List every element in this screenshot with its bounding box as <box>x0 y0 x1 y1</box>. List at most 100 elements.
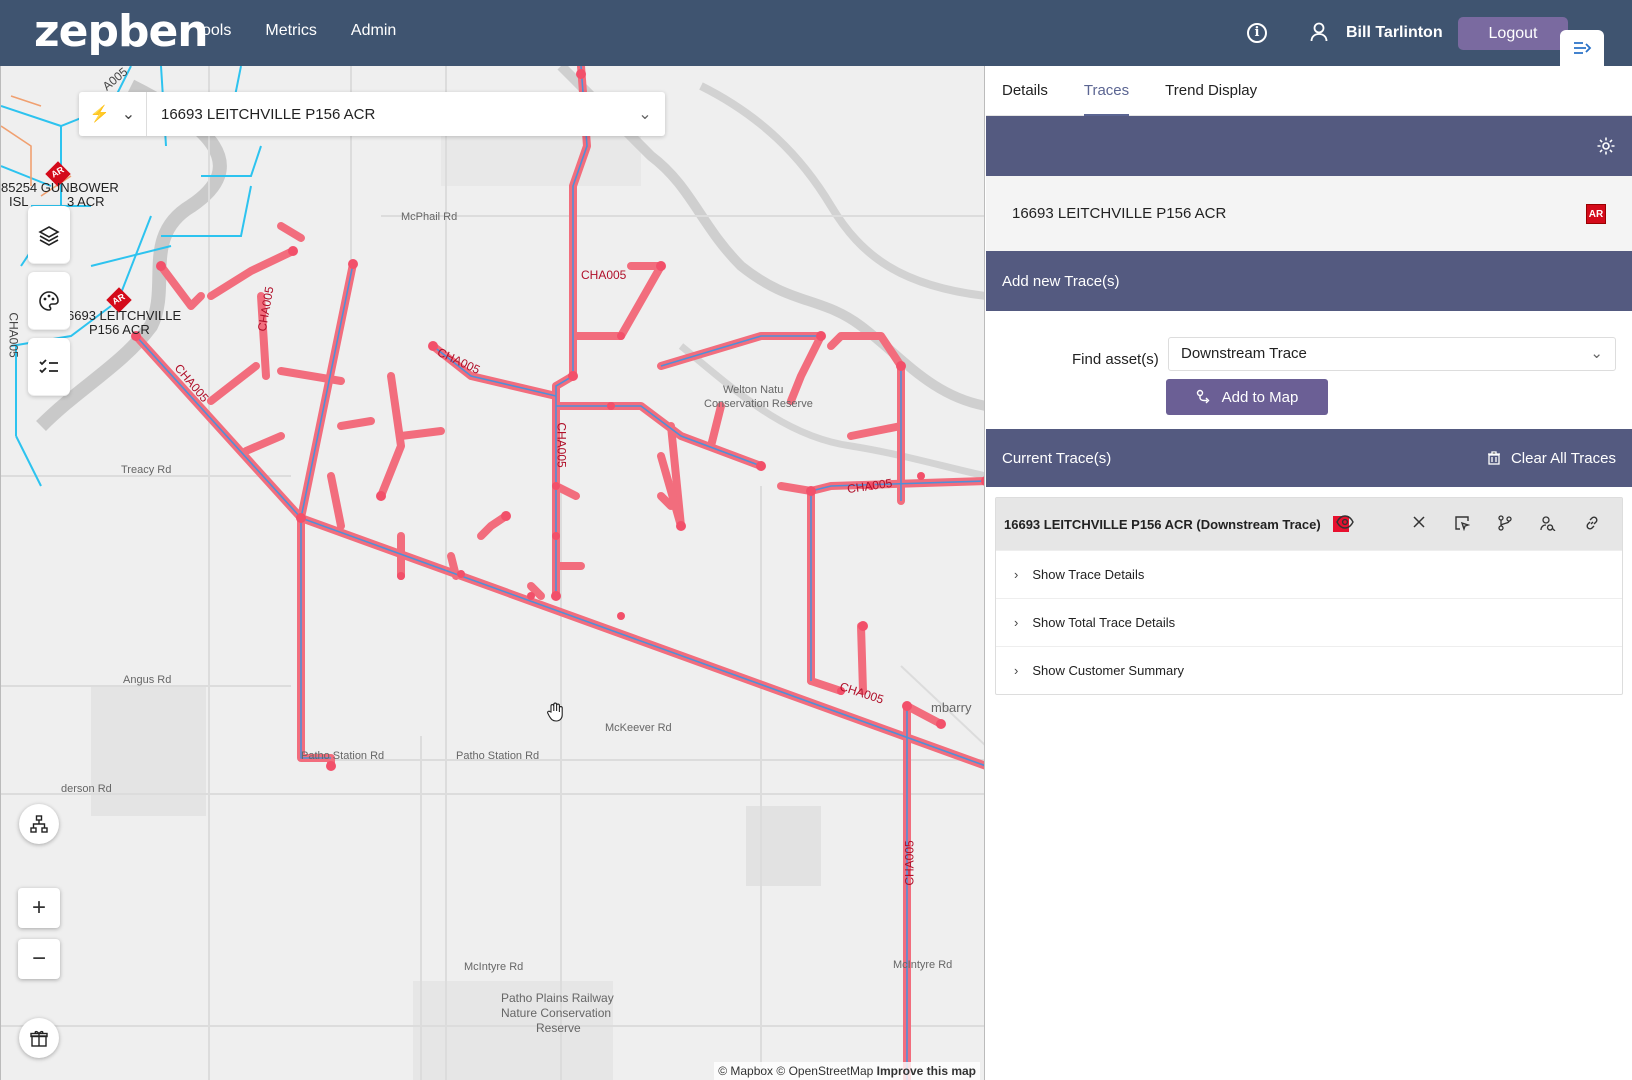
info-icon[interactable]: i <box>1247 23 1267 43</box>
zepben-logo: zepben <box>34 6 209 57</box>
trace-label: CHA005 <box>902 840 917 886</box>
map-label: McIntyre Rd <box>464 961 524 973</box>
map-label: McIntyre Rd <box>893 959 953 971</box>
search-type-dropdown[interactable]: ⚡ ⌄ <box>79 92 147 136</box>
clear-all-traces-button[interactable]: Clear All Traces <box>1487 450 1616 467</box>
palette-icon <box>39 290 59 311</box>
zoom-out-button[interactable]: − <box>18 939 60 979</box>
trace-label: CHA005 <box>6 312 21 358</box>
trash-icon <box>1487 451 1500 465</box>
map-label: 3 ACR <box>67 194 105 209</box>
map-label: Reserve <box>536 1021 581 1035</box>
ar-badge: AR <box>1586 203 1606 224</box>
map-label: mbarry <box>931 700 972 715</box>
gear-icon[interactable] <box>1596 136 1616 156</box>
map-label: ISL <box>9 194 29 209</box>
asset-name: 16693 LEITCHVILLE P156 ACR <box>1012 205 1227 222</box>
select-area-icon[interactable] <box>1454 515 1470 531</box>
layers-button[interactable] <box>28 206 70 264</box>
row-label: Show Customer Summary <box>1032 663 1185 678</box>
lightning-icon: ⚡ <box>89 106 110 123</box>
trace-label: CHA005 <box>554 422 569 468</box>
collapse-panel-button[interactable] <box>1560 30 1604 66</box>
trace-icon <box>1196 389 1210 404</box>
link-icon[interactable] <box>1584 515 1600 531</box>
settings-bar <box>986 116 1632 176</box>
map-label: McKeever Rd <box>605 722 672 734</box>
map-label: McPhail Rd <box>401 211 458 223</box>
chevron-right-icon: › <box>1014 615 1019 630</box>
mapbox-link[interactable]: © Mapbox <box>718 1064 773 1078</box>
map-label: P156 ACR <box>89 322 150 337</box>
branch-icon[interactable] <box>1498 515 1512 531</box>
app-header: zepben Tools Metrics Admin i Bill Tarlin… <box>0 0 1632 66</box>
tab-details[interactable]: Details <box>1002 66 1048 116</box>
chevron-down-icon[interactable]: ⌄ <box>625 104 665 124</box>
checklist-button[interactable] <box>28 338 70 396</box>
map-label: Conservation Reserve <box>704 398 813 410</box>
find-assets-select[interactable]: Downstream Trace ⌄ <box>1168 337 1616 371</box>
chevron-down-icon: ⌄ <box>1590 345 1603 362</box>
main-nav: Tools Metrics Admin <box>194 22 430 40</box>
asset-search-box[interactable]: ⚡ ⌄ 16693 LEITCHVILLE P156 ACR ⌄ <box>79 92 665 136</box>
hierarchy-icon <box>30 815 48 833</box>
map-label: 6693 LEITCHVILLE <box>67 308 182 323</box>
section-title: Current Trace(s) <box>1002 449 1112 467</box>
selected-asset-row: 16693 LEITCHVILLE P156 ACR AR <box>986 176 1632 251</box>
row-label: Show Total Trace Details <box>1032 615 1176 630</box>
map-attribution: © Mapbox © OpenStreetMap Improve this ma… <box>714 1062 980 1080</box>
nav-tools[interactable]: Tools <box>194 22 231 40</box>
nav-admin[interactable]: Admin <box>351 22 396 40</box>
map-label: Nature Conservation <box>501 1006 612 1020</box>
map-label: derson Rd <box>61 783 112 795</box>
trace-card-header: 16693 LEITCHVILLE P156 ACR (Downstream T… <box>996 498 1622 550</box>
gift-button[interactable] <box>19 1018 59 1058</box>
show-total-trace-details-row[interactable]: › Show Total Trace Details <box>996 598 1622 646</box>
clear-all-label: Clear All Traces <box>1510 449 1616 467</box>
add-to-map-label: Add to Map <box>1221 388 1299 406</box>
current-traces-header: Current Trace(s) Clear All Traces <box>986 429 1632 487</box>
show-customer-summary-row[interactable]: › Show Customer Summary <box>996 646 1622 694</box>
user-icon <box>1310 22 1328 47</box>
add-to-map-button[interactable]: Add to Map <box>1166 379 1328 415</box>
search-input[interactable]: 16693 LEITCHVILLE P156 ACR <box>147 106 625 123</box>
gift-icon <box>30 1030 48 1047</box>
style-button[interactable] <box>28 272 70 330</box>
find-assets-value: Downstream Trace <box>1181 345 1307 362</box>
trace-title: 16693 LEITCHVILLE P156 ACR (Downstream T… <box>1004 516 1321 532</box>
osm-link[interactable]: © OpenStreetMap <box>776 1064 873 1078</box>
map-label: Patho Station Rd <box>456 750 540 762</box>
tab-trend-display[interactable]: Trend Display <box>1165 66 1257 116</box>
tab-traces[interactable]: Traces <box>1083 66 1130 116</box>
hierarchy-button[interactable] <box>19 804 59 844</box>
add-trace-header: Add new Trace(s) <box>986 251 1632 311</box>
chevron-right-icon: › <box>1014 663 1019 678</box>
map-label: Treacy Rd <box>121 464 172 476</box>
trace-card: 16693 LEITCHVILLE P156 ACR (Downstream T… <box>995 497 1623 695</box>
logout-button[interactable]: Logout <box>1458 17 1568 50</box>
trace-label: CHA005 <box>581 268 627 282</box>
collapse-icon <box>1574 42 1592 54</box>
section-title: Add new Trace(s) <box>1002 272 1120 290</box>
layers-icon <box>38 225 60 246</box>
show-trace-details-row[interactable]: › Show Trace Details <box>996 550 1622 598</box>
map-label: Patho Plains Railway <box>501 991 614 1005</box>
add-trace-form: Find asset(s) Downstream Trace ⌄ Add to … <box>986 311 1632 429</box>
map-label: Angus Rd <box>123 674 172 686</box>
improve-map-link[interactable]: Improve this map <box>877 1064 976 1078</box>
chevron-down-icon: ⌄ <box>121 106 136 123</box>
map-canvas[interactable] <box>1 66 985 1080</box>
zoom-in-button[interactable]: + <box>18 888 60 928</box>
hand-cursor-icon <box>546 702 564 727</box>
user-name: Bill Tarlinton <box>1346 24 1443 41</box>
close-icon[interactable] <box>1413 516 1425 528</box>
side-panel: Details Traces Trend Display 16693 LEITC… <box>986 66 1632 1080</box>
chevron-right-icon: › <box>1014 567 1019 582</box>
row-label: Show Trace Details <box>1032 567 1145 582</box>
person-search-icon[interactable] <box>1540 515 1556 531</box>
map-label: Welton Natu <box>723 384 784 396</box>
map-view[interactable]: 85254 GUNBOWER ISL 3 ACR 6693 LEITCHVILL… <box>0 66 985 1080</box>
nav-metrics[interactable]: Metrics <box>265 22 317 40</box>
panel-tabs: Details Traces Trend Display <box>986 66 1632 116</box>
eye-icon[interactable] <box>1336 515 1354 529</box>
